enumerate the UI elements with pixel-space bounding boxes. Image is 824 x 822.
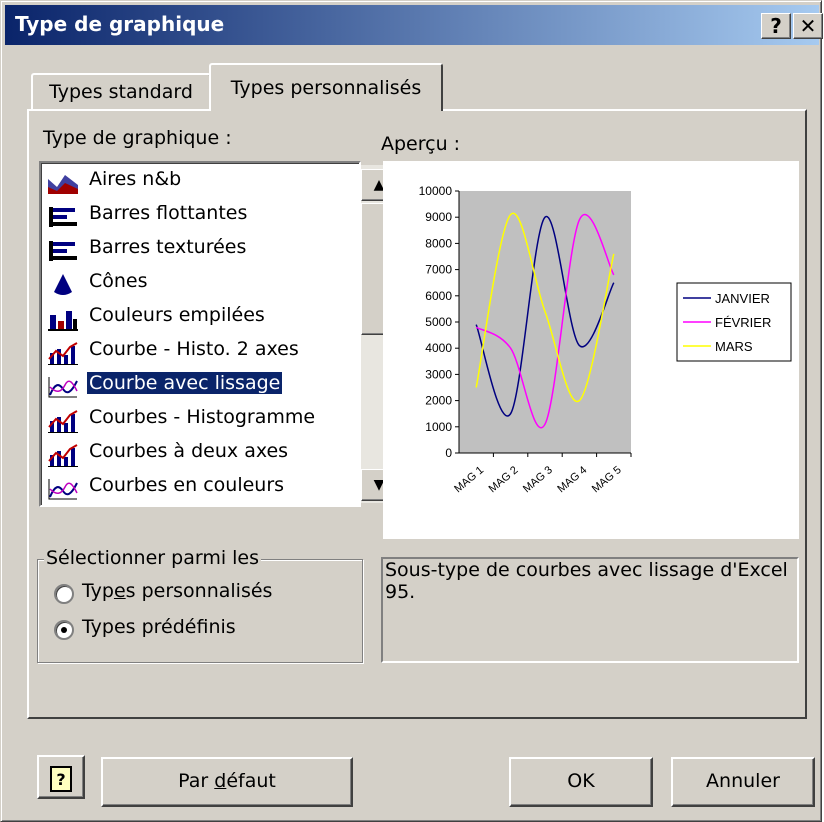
cancel-button[interactable]: Annuler — [671, 757, 815, 807]
close-icon: ✕ — [799, 14, 817, 38]
ok-button[interactable]: OK — [509, 757, 653, 807]
default-button[interactable]: Par défaut — [101, 757, 353, 807]
title-bar[interactable]: Type de graphique ? ✕ — [5, 5, 823, 45]
help-button[interactable]: ? — [761, 13, 791, 39]
question-mark-icon: ? — [770, 14, 782, 38]
dialog-title: Type de graphique — [15, 12, 225, 36]
tab-custom-types[interactable]: Types personnalisés — [209, 63, 443, 111]
help-icon: ? — [50, 766, 72, 792]
help-icon-button[interactable]: ? — [37, 755, 85, 799]
tab-label: Types standard — [49, 81, 193, 103]
chart-type-dialog: Type de graphique ? ✕ Types standard Typ… — [0, 0, 823, 822]
close-button[interactable]: ✕ — [793, 13, 823, 39]
tab-label: Types personnalisés — [230, 77, 422, 99]
tab-panel — [27, 109, 807, 719]
tab-standard-types[interactable]: Types standard — [31, 73, 211, 109]
